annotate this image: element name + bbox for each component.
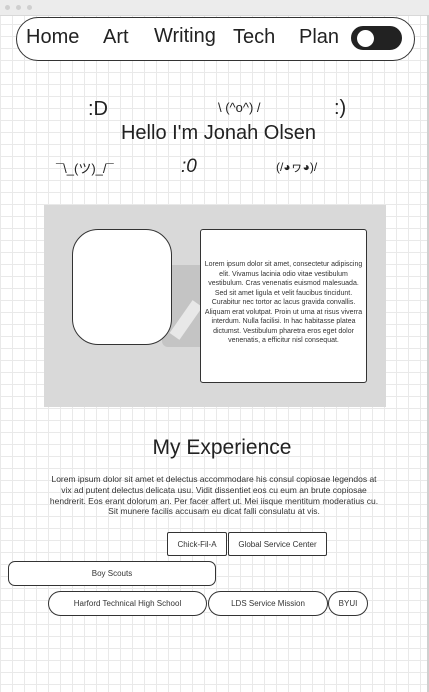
window-title-bar <box>0 0 429 16</box>
emoticon: :D <box>88 98 108 120</box>
nav-link-plan[interactable]: Plan <box>299 26 339 49</box>
experience-chick-fil-a[interactable]: Chick-Fil-A <box>167 532 227 556</box>
experience-harford-technical[interactable]: Harford Technical High School <box>48 591 207 616</box>
nav-link-tech[interactable]: Tech <box>233 26 275 49</box>
emoticon: :0 <box>181 156 197 177</box>
window-dot-icon <box>5 5 10 10</box>
emoticon: \ (^o^) / <box>218 100 261 115</box>
emoticon: ¯\_(ツ)_/¯ <box>56 161 114 176</box>
nav-link-writing[interactable]: Writing <box>154 25 216 48</box>
window-dot-icon <box>16 5 21 10</box>
greeting-heading: Hello I'm Jonah Olsen <box>120 122 317 144</box>
experience-byui[interactable]: BYUI <box>328 591 368 616</box>
toggle-knob <box>357 30 374 47</box>
window-dot-icon <box>27 5 32 10</box>
experience-title: My Experience <box>152 436 292 459</box>
experience-boy-scouts[interactable]: Boy Scouts <box>8 561 216 586</box>
theme-toggle[interactable] <box>351 26 402 50</box>
emoticon: (/◕ヮ◕)/ <box>276 160 318 174</box>
emoticon: :) <box>334 97 347 119</box>
experience-lds-mission[interactable]: LDS Service Mission <box>208 591 328 616</box>
nav-link-art[interactable]: Art <box>103 26 129 49</box>
experience-description: Lorem ipsum dolor sit amet et delectus a… <box>49 474 379 517</box>
experience-global-service-center[interactable]: Global Service Center <box>228 532 327 556</box>
avatar <box>72 229 172 345</box>
nav-link-home[interactable]: Home <box>26 26 79 49</box>
main-nav: Home Art Writing Tech Plan <box>16 17 415 61</box>
hero-banner: Lorem ipsum dolor sit amet, consectetur … <box>44 205 386 407</box>
bio-card: Lorem ipsum dolor sit amet, consectetur … <box>200 229 367 383</box>
